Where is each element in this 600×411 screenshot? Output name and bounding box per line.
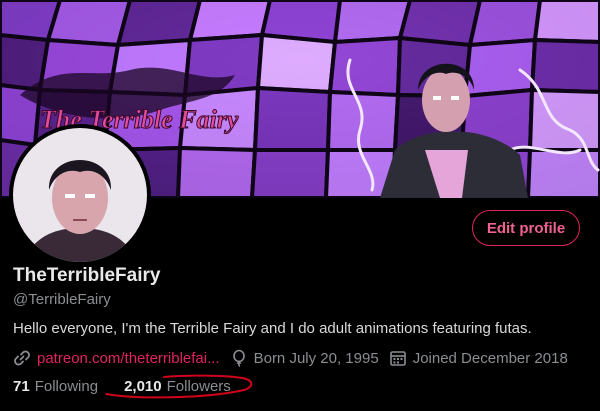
balloon-icon [232,349,245,367]
display-name: TheTerribleFairy [13,265,161,286]
joined-item: Joined December 2018 [389,349,568,367]
user-handle: @TerribleFairy [13,291,111,308]
profile-stats: 71 Following 2,010 Followers [13,378,231,395]
joined-text: Joined December 2018 [412,349,568,367]
following-count: 71 [13,378,30,395]
profile-avatar[interactable] [9,124,151,266]
followers-count: 2,010 [124,378,162,395]
edit-profile-button[interactable]: Edit profile [472,210,580,246]
followers-label: Followers [166,378,231,395]
followers-stat[interactable]: 2,010 Followers [124,378,231,395]
following-stat[interactable]: 71 Following [13,378,98,395]
profile-bio: Hello everyone, I'm the Terrible Fairy a… [13,320,532,337]
profile-meta: patreon.com/theterriblefai... Born July … [13,348,578,368]
birthday-text: Born July 20, 1995 [253,349,379,367]
website-link[interactable]: patreon.com/theterriblefai... [37,350,220,367]
avatar-image [13,128,147,262]
website-item[interactable]: patreon.com/theterriblefai... [13,349,220,367]
following-label: Following [34,378,99,395]
link-icon [14,350,30,366]
calendar-icon [389,351,406,366]
birthday-item: Born July 20, 1995 [230,349,379,367]
